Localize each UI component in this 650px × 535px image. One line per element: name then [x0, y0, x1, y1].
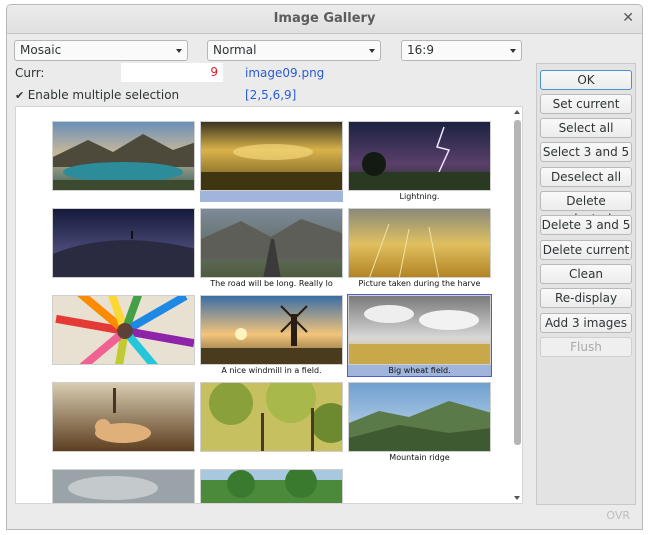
titlebar: Image Gallery ✕	[7, 5, 642, 34]
chevron-down-icon	[176, 49, 182, 53]
image-thumbnail	[200, 469, 343, 503]
gallery-item-4[interactable]	[52, 208, 195, 289]
window-title: Image Gallery	[273, 11, 376, 26]
image-caption: Picture taken during the harve	[358, 279, 481, 288]
gallery-item-10[interactable]	[52, 382, 195, 463]
image-caption	[52, 452, 195, 463]
close-icon[interactable]: ✕	[622, 10, 634, 26]
image-caption	[52, 365, 195, 376]
image-thumbnail	[52, 121, 195, 191]
gallery-item-11[interactable]	[200, 382, 343, 463]
current-filename: image09.png	[245, 66, 325, 80]
delete-current-button[interactable]: Delete current	[540, 240, 632, 260]
gallery-window: Image Gallery ✕ Mosaic Normal 16:9 Curr:…	[6, 4, 643, 530]
gallery-item-12[interactable]: Mountain ridge	[348, 382, 491, 463]
gallery-scrollbar[interactable]	[511, 107, 523, 503]
image-caption: A nice windmill in a field.	[221, 366, 322, 375]
aspect-select[interactable]: 16:9	[401, 40, 522, 61]
image-caption	[200, 452, 343, 463]
scroll-down-icon[interactable]	[514, 496, 520, 500]
action-button-panel: OK Set current Select all Select 3 and 5…	[536, 63, 636, 505]
image-thumbnail	[52, 469, 195, 503]
image-thumbnail	[200, 382, 343, 452]
delete-3-and-5-button[interactable]: Delete 3 and 5	[540, 215, 632, 235]
image-thumbnail	[348, 121, 491, 191]
layout-select[interactable]: Mosaic	[14, 40, 188, 61]
gallery-panel[interactable]: Lightning. The road will be long. Really…	[15, 106, 523, 504]
image-thumbnail	[348, 382, 491, 452]
gallery-item-6[interactable]: Picture taken during the harve	[348, 208, 491, 289]
image-thumbnail	[348, 208, 491, 278]
image-caption	[52, 191, 195, 202]
gallery-item-7[interactable]	[52, 295, 195, 376]
check-icon: ✔	[15, 89, 25, 102]
set-current-button[interactable]: Set current	[540, 94, 632, 114]
deselect-all-button[interactable]: Deselect all	[540, 167, 632, 187]
gallery-item-5[interactable]: The road will be long. Really lo	[200, 208, 343, 289]
image-caption: Lightning.	[399, 192, 440, 201]
image-caption	[52, 278, 195, 289]
gallery-item-14[interactable]	[200, 469, 343, 503]
multi-select-checkbox[interactable]: ✔ Enable multiple selection	[15, 88, 179, 102]
add-3-images-button[interactable]: Add 3 images	[540, 313, 632, 333]
scrollbar-thumb[interactable]	[514, 120, 521, 445]
gallery-item-8[interactable]: A nice windmill in a field.	[200, 295, 343, 376]
chevron-down-icon	[369, 49, 375, 53]
image-thumbnail	[52, 382, 195, 452]
mode-select-value: Normal	[213, 43, 257, 57]
select-all-button[interactable]: Select all	[540, 118, 632, 138]
redisplay-button[interactable]: Re-display	[540, 288, 632, 308]
image-thumbnail	[52, 208, 195, 278]
image-caption	[200, 191, 343, 202]
gallery-item-2[interactable]	[200, 121, 343, 202]
image-caption: Mountain ridge	[389, 453, 450, 462]
delete-selected-button[interactable]: Delete selected	[540, 191, 632, 226]
image-thumbnail	[52, 295, 195, 365]
ovr-indicator: OVR	[606, 509, 630, 522]
gallery-item-1[interactable]	[52, 121, 195, 202]
gallery-item-13[interactable]	[52, 469, 195, 503]
layout-select-value: Mosaic	[20, 43, 62, 57]
image-thumbnail	[348, 295, 491, 365]
current-label: Curr:	[15, 66, 45, 80]
ok-button[interactable]: OK	[540, 70, 632, 90]
image-caption: The road will be long. Really lo	[210, 279, 333, 288]
select-3-and-5-button[interactable]: Select 3 and 5	[540, 142, 632, 162]
current-index-field[interactable]: 9	[121, 63, 223, 82]
gallery-item-3[interactable]: Lightning.	[348, 121, 491, 202]
mode-select[interactable]: Normal	[207, 40, 381, 61]
aspect-select-value: 16:9	[407, 43, 434, 57]
clean-button[interactable]: Clean	[540, 264, 632, 284]
chevron-down-icon	[510, 49, 516, 53]
flush-button: Flush	[540, 337, 632, 357]
image-thumbnail	[200, 295, 343, 365]
image-thumbnail	[200, 208, 343, 278]
selected-indices: [2,5,6,9]	[245, 88, 297, 102]
scroll-up-icon[interactable]	[514, 110, 520, 114]
image-thumbnail	[200, 121, 343, 191]
gallery-item-9[interactable]: Big wheat field.	[347, 294, 492, 377]
multi-select-label: Enable multiple selection	[27, 88, 180, 102]
image-caption: Big wheat field.	[348, 365, 491, 376]
